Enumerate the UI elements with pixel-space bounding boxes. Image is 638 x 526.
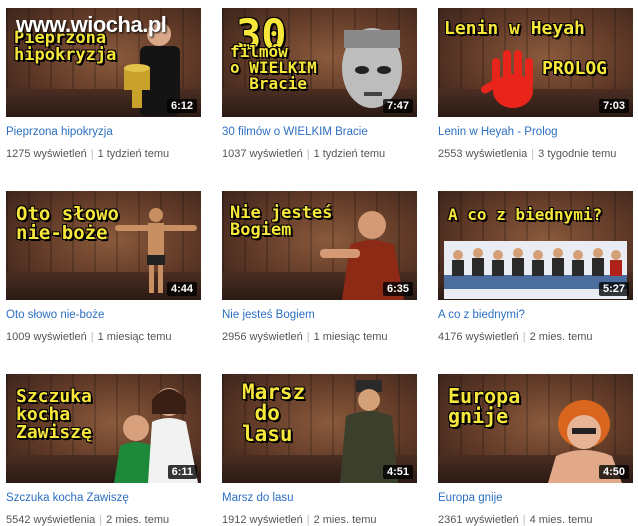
thumbnail-caption: Szczuka kocha Zawiszę xyxy=(16,386,92,443)
video-card: Szczuka kocha Zawiszę 6:11 Szczuka kocha… xyxy=(6,374,201,526)
view-count: 2361 wyświetleń xyxy=(438,514,519,526)
video-card: 30 filmów o WIELKIM Bracie 7:47 30 filmó… xyxy=(222,8,417,160)
upload-age: 2 mies. temu xyxy=(313,514,377,526)
video-title-link[interactable]: Europa gnije xyxy=(438,492,633,504)
video-title-link[interactable]: Lenin w Heyah - Prolog xyxy=(438,126,633,138)
meta-separator: | xyxy=(531,148,535,160)
meta-separator: | xyxy=(522,331,526,343)
thumbnail-caption: A co z biednymi? xyxy=(448,205,603,224)
duration-badge: 6:12 xyxy=(166,99,197,113)
thumbnail-caption-secondary: PROLOG xyxy=(542,58,608,79)
video-card: Pieprzona hipokryzja www.wiocha.pl 6:12 … xyxy=(6,8,201,160)
upload-age: 1 miesiąc temu xyxy=(313,331,388,343)
upload-age: 1 tydzień temu xyxy=(313,148,386,160)
video-meta: 1009 wyświetleń | 1 miesiąc temu xyxy=(6,331,201,343)
video-card: Nie jesteś Bogiem 6:35 Nie jesteś Bogiem… xyxy=(222,191,417,343)
video-card: A co z biednymi? 5:27 A co z biednymi? 4… xyxy=(438,191,633,343)
video-card: Europa gnije 4:50 Europa gnije 2361 wyśw… xyxy=(438,374,633,526)
meta-separator: | xyxy=(306,148,310,160)
video-thumbnail[interactable]: Szczuka kocha Zawiszę 6:11 xyxy=(6,374,201,483)
video-thumbnail[interactable]: 30 filmów o WIELKIM Bracie 7:47 xyxy=(222,8,417,117)
duration-badge: 5:27 xyxy=(598,282,629,296)
video-meta: 1037 wyświetleń | 1 tydzień temu xyxy=(222,148,417,160)
meta-separator: | xyxy=(90,148,94,160)
video-title-link[interactable]: Nie jesteś Bogiem xyxy=(222,309,417,321)
video-title-link[interactable]: Szczuka kocha Zawiszę xyxy=(6,492,201,504)
video-thumbnail[interactable]: Pieprzona hipokryzja www.wiocha.pl 6:12 xyxy=(6,8,201,117)
video-thumbnail[interactable]: Europa gnije 4:50 xyxy=(438,374,633,483)
meta-separator: | xyxy=(90,331,94,343)
view-count: 1009 wyświetleń xyxy=(6,331,87,343)
view-count: 1037 wyświetleń xyxy=(222,148,303,160)
thumbnail-caption: Oto słowo nie-boże xyxy=(16,203,119,244)
duration-badge: 7:03 xyxy=(598,99,629,113)
view-count: 1912 wyświetleń xyxy=(222,514,303,526)
duration-badge: 4:50 xyxy=(598,465,629,479)
video-card: Marsz do lasu 4:51 Marsz do lasu 1912 wy… xyxy=(222,374,417,526)
duration-badge: 4:44 xyxy=(166,282,197,296)
video-thumbnail[interactable]: A co z biednymi? 5:27 xyxy=(438,191,633,300)
view-count: 1275 wyświetleń xyxy=(6,148,87,160)
video-thumbnail[interactable]: Oto słowo nie-boże 4:44 xyxy=(6,191,201,300)
video-thumbnail[interactable]: Nie jesteś Bogiem 6:35 xyxy=(222,191,417,300)
video-thumbnail[interactable]: Marsz do lasu 4:51 xyxy=(222,374,417,483)
video-title-link[interactable]: Oto słowo nie-boże xyxy=(6,309,201,321)
duration-badge: 4:51 xyxy=(382,465,413,479)
view-count: 2956 wyświetleń xyxy=(222,331,303,343)
thumbnail-caption: Europa gnije xyxy=(448,384,521,428)
upload-age: 2 mies. temu xyxy=(529,331,593,343)
video-meta: 2361 wyświetleń | 4 mies. temu xyxy=(438,514,633,526)
video-card: Lenin w Heyah PROLOG 7:03 Lenin w Heyah … xyxy=(438,8,633,160)
upload-age: 2 mies. temu xyxy=(106,514,170,526)
red-hand-icon xyxy=(480,50,533,108)
video-meta: 1912 wyświetleń | 2 mies. temu xyxy=(222,514,417,526)
site-watermark: www.wiocha.pl xyxy=(16,12,167,37)
view-count: 4176 wyświetleń xyxy=(438,331,519,343)
upload-age: 1 miesiąc temu xyxy=(97,331,172,343)
video-meta: 4176 wyświetleń | 2 mies. temu xyxy=(438,331,633,343)
video-title-link[interactable]: 30 filmów o WIELKIM Bracie xyxy=(222,126,417,138)
duration-badge: 7:47 xyxy=(382,99,413,113)
meta-separator: | xyxy=(306,331,310,343)
duration-badge: 6:35 xyxy=(382,282,413,296)
video-meta: 1275 wyświetleń | 1 tydzień temu xyxy=(6,148,201,160)
video-card: Oto słowo nie-boże 4:44 Oto słowo nie-bo… xyxy=(6,191,201,343)
meta-separator: | xyxy=(522,514,526,526)
video-title-link[interactable]: Pieprzona hipokryzja xyxy=(6,126,201,138)
upload-age: 4 mies. temu xyxy=(529,514,593,526)
video-meta: 5542 wyświetlenia | 2 mies. temu xyxy=(6,514,201,526)
video-meta: 2956 wyświetleń | 1 miesiąc temu xyxy=(222,331,417,343)
duration-badge: 6:11 xyxy=(167,465,197,479)
video-title-link[interactable]: Marsz do lasu xyxy=(222,492,417,504)
upload-age: 3 tygodnie temu xyxy=(538,148,617,160)
view-count: 5542 wyświetlenia xyxy=(6,514,96,526)
upload-age: 1 tydzień temu xyxy=(97,148,170,160)
thumbnail-caption: Lenin w Heyah xyxy=(444,18,585,39)
video-thumbnail[interactable]: Lenin w Heyah PROLOG 7:03 xyxy=(438,8,633,117)
meta-separator: | xyxy=(306,514,310,526)
view-count: 2553 wyświetlenia xyxy=(438,148,528,160)
thumbnail-caption: filmów o WIELKIM Bracie xyxy=(230,42,317,93)
thumbnail-caption: Marsz do lasu xyxy=(242,380,306,446)
video-title-link[interactable]: A co z biednymi? xyxy=(438,309,633,321)
video-meta: 2553 wyświetlenia | 3 tygodnie temu xyxy=(438,148,633,160)
thumbnail-caption: Nie jesteś Bogiem xyxy=(230,203,333,240)
meta-separator: | xyxy=(99,514,103,526)
